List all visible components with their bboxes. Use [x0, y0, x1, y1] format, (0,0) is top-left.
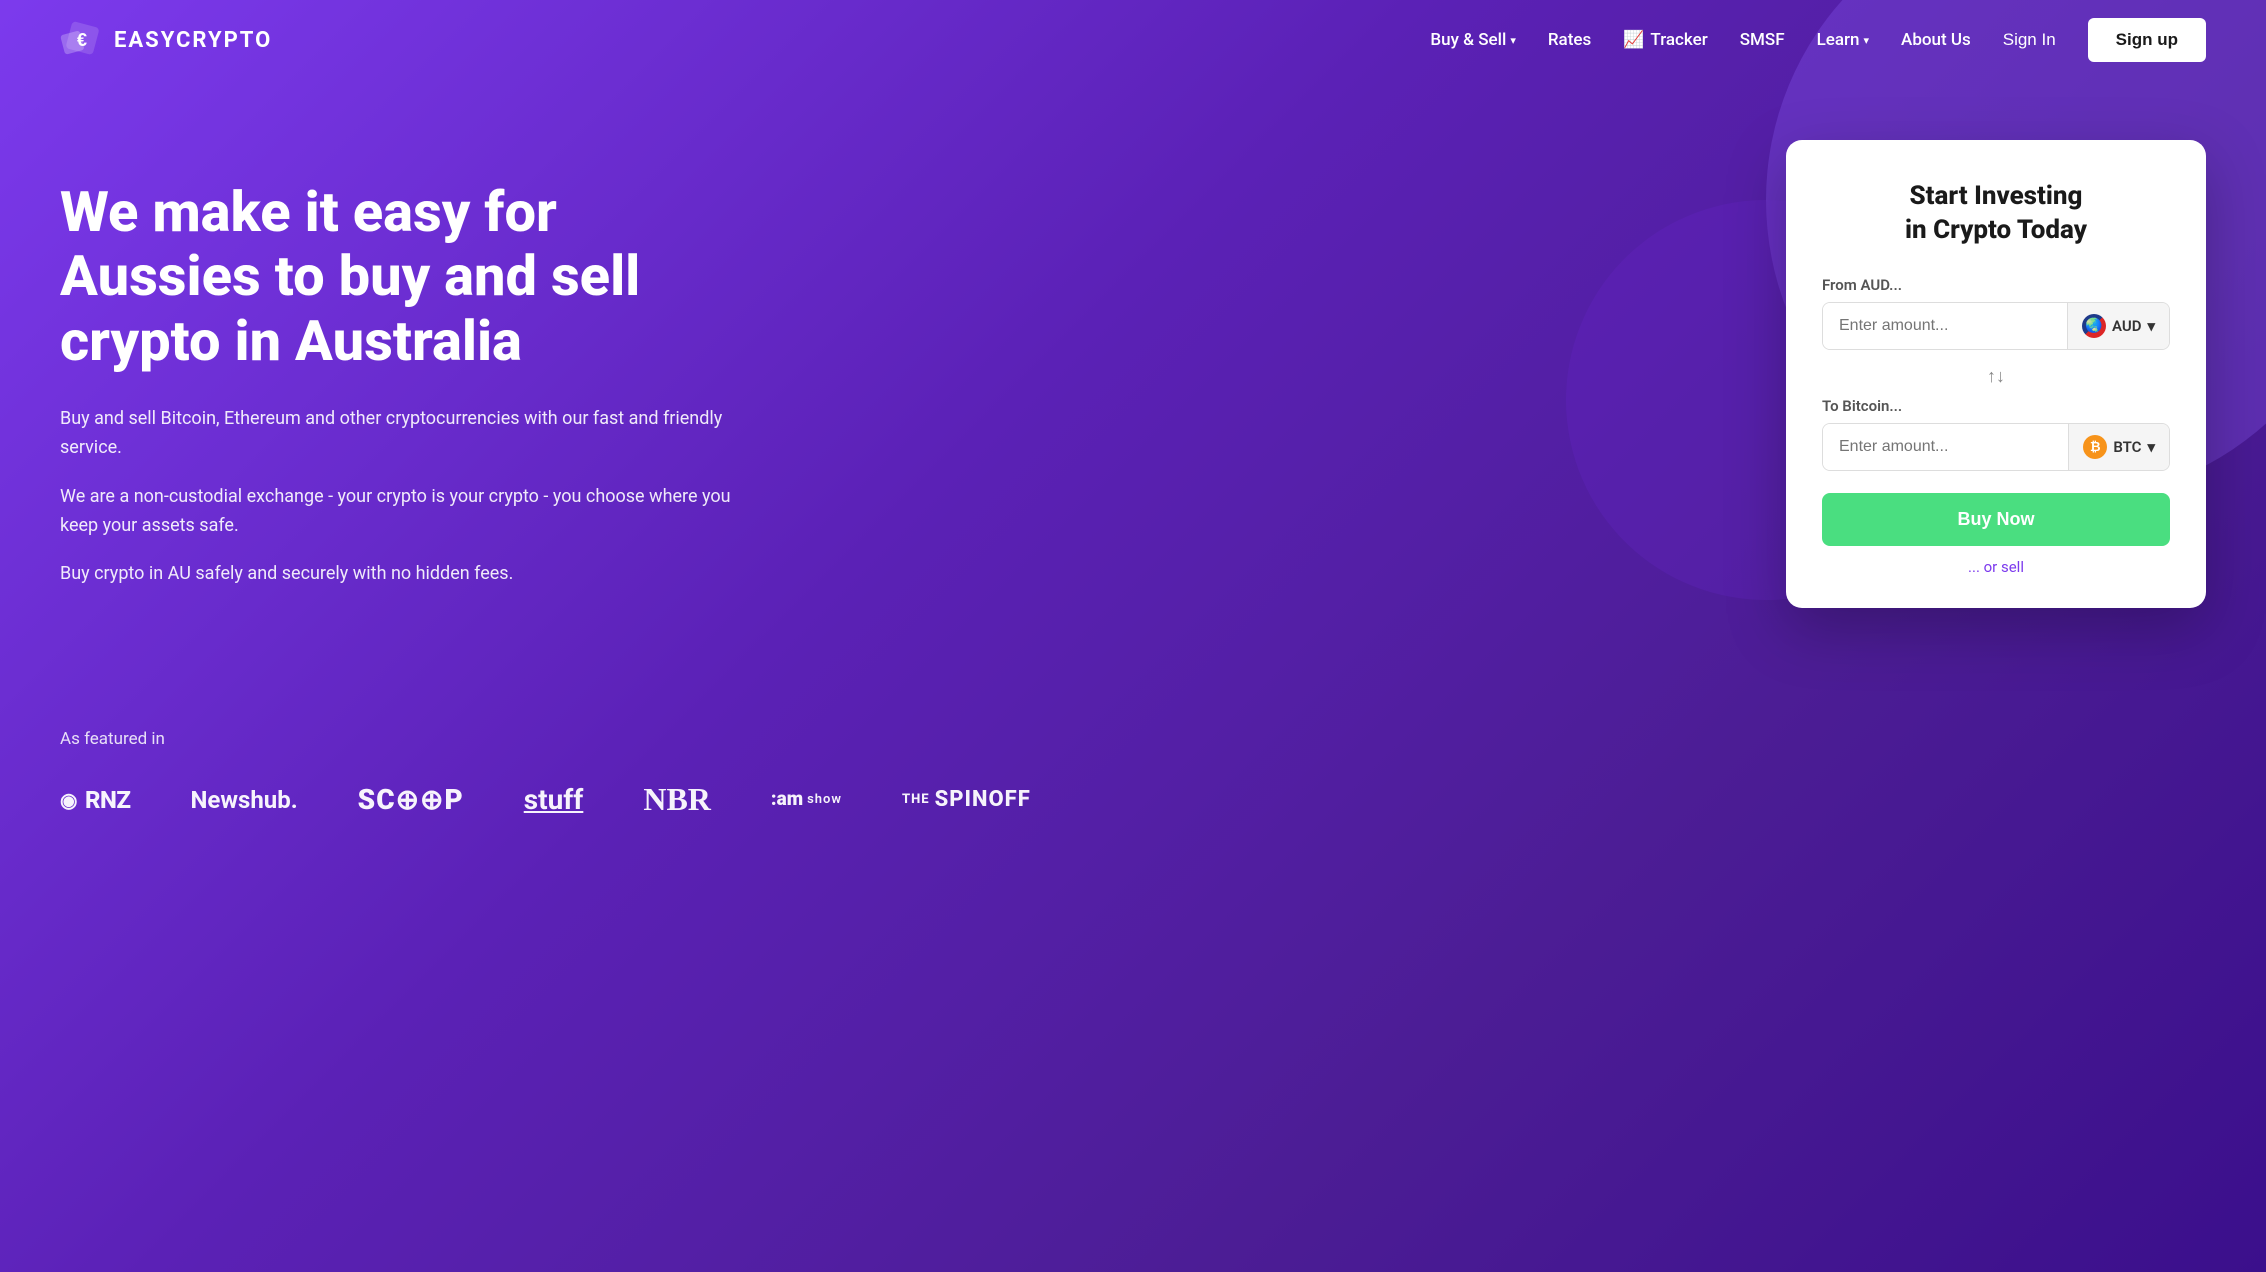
nav-rates[interactable]: Rates — [1548, 30, 1591, 50]
svg-text:€: € — [77, 30, 87, 50]
nav-smsf[interactable]: SMSF — [1740, 30, 1785, 50]
hero-left: We make it easy for Aussies to buy and s… — [60, 140, 760, 609]
chevron-down-icon: ▾ — [1510, 34, 1516, 47]
stuff-logo[interactable]: stuff — [524, 783, 584, 816]
nav-buy-sell[interactable]: Buy & Sell ▾ — [1430, 30, 1515, 50]
spinoff-logo[interactable]: THESPINOFF — [902, 787, 1031, 812]
brand-name: EASYCRYPTO — [114, 28, 272, 53]
from-amount-input[interactable] — [1823, 303, 2067, 349]
btc-icon: ₿ — [2083, 435, 2107, 459]
nav-learn[interactable]: Learn ▾ — [1817, 30, 1869, 50]
header: € EASYCRYPTO Buy & Sell ▾ Rates 📈 Tracke… — [0, 0, 2266, 80]
nav-tracker[interactable]: 📈 Tracker — [1623, 30, 1708, 50]
hero-desc-2: We are a non-custodial exchange - your c… — [60, 483, 760, 541]
sign-up-button[interactable]: Sign up — [2088, 18, 2206, 62]
logo[interactable]: € EASYCRYPTO — [60, 18, 272, 62]
hero-desc-3: Buy crypto in AU safely and securely wit… — [60, 560, 760, 589]
hero-title: We make it easy for Aussies to buy and s… — [60, 180, 760, 373]
to-label: To Bitcoin... — [1822, 397, 2170, 415]
chevron-down-icon: ▾ — [1864, 34, 1870, 47]
or-sell-link[interactable]: ... or sell — [1822, 558, 2170, 576]
nbr-logo[interactable]: NBR — [643, 781, 711, 818]
newshub-logo[interactable]: Newshub. — [190, 786, 297, 814]
hero-desc-1: Buy and sell Bitcoin, Ethereum and other… — [60, 405, 760, 463]
sign-in-button[interactable]: Sign In — [2003, 30, 2056, 50]
featured-label: As featured in — [60, 729, 2206, 749]
scoop-logo[interactable]: SC⊕⊕P — [358, 783, 464, 816]
aud-flag-icon: 🌏 — [2082, 314, 2106, 338]
media-logos: ◉RNZ Newshub. SC⊕⊕P stuff NBR :am show T… — [60, 781, 2206, 818]
from-currency-selector[interactable]: 🌏 AUD ▾ — [2067, 303, 2169, 349]
chevron-down-icon: ▾ — [2147, 317, 2155, 335]
chevron-down-icon: ▾ — [2147, 438, 2155, 456]
rnz-icon: ◉ — [60, 788, 77, 812]
to-input-row: ₿ BTC ▾ — [1822, 423, 2170, 471]
invest-card: Start Investingin Crypto Today From AUD.… — [1786, 140, 2206, 608]
from-input-row: 🌏 AUD ▾ — [1822, 302, 2170, 350]
nav-about-us[interactable]: About Us — [1901, 30, 1971, 50]
card-title: Start Investingin Crypto Today — [1822, 180, 2170, 248]
hero-section: We make it easy for Aussies to buy and s… — [0, 80, 2266, 689]
logo-icon: € — [60, 18, 104, 62]
from-label: From AUD... — [1822, 276, 2170, 294]
main-nav: Buy & Sell ▾ Rates 📈 Tracker SMSF Learn … — [1430, 18, 2206, 62]
featured-section: As featured in ◉RNZ Newshub. SC⊕⊕P stuff… — [0, 689, 2266, 878]
to-currency-selector[interactable]: ₿ BTC ▾ — [2068, 424, 2169, 470]
rnz-logo[interactable]: ◉RNZ — [60, 786, 130, 814]
swap-button[interactable]: ↑↓ — [1822, 356, 2170, 397]
buy-now-button[interactable]: Buy Now — [1822, 493, 2170, 546]
invest-card-container: Start Investingin Crypto Today From AUD.… — [1786, 140, 2206, 608]
am-show-logo[interactable]: :am show — [771, 789, 842, 810]
chart-icon: 📈 — [1623, 30, 1644, 50]
to-amount-input[interactable] — [1823, 424, 2068, 470]
